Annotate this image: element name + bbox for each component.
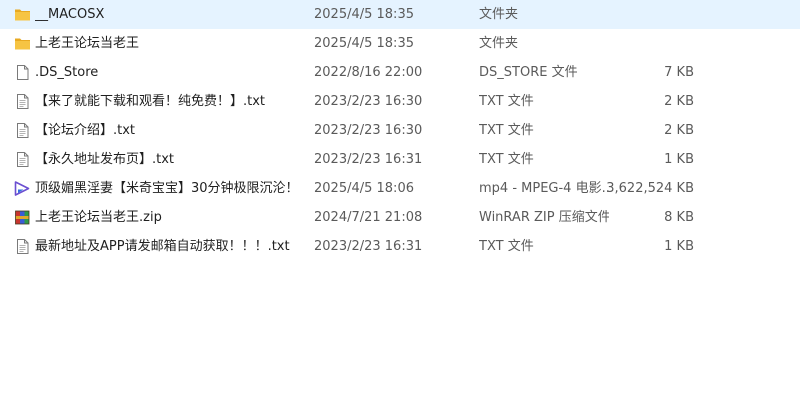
file-name: 顶级媚黑淫妻【米奇宝宝】30分钟极限沉沦！.... [35, 181, 297, 196]
file-type: TXT 文件 [479, 94, 534, 109]
file-row-txt[interactable]: 最新地址及APP请发邮箱自动获取！！！.txt 2023/2/23 16:31 … [0, 232, 800, 261]
file-name: 上老王论坛当老王 [35, 36, 140, 51]
file-list: __MACOSX 2025/4/5 18:35 文件夹 上老王论坛当老王 202… [0, 0, 800, 261]
file-type: mp4 - MPEG-4 电影... [479, 181, 609, 196]
file-row-ds-store[interactable]: .DS_Store 2022/8/16 22:00 DS_STORE 文件 7 … [0, 58, 800, 87]
file-date: 2023/2/23 16:30 [314, 94, 423, 109]
file-name: .DS_Store [35, 65, 99, 80]
text-file-icon [14, 238, 31, 255]
file-name: 【来了就能下载和观看！纯免费！】.txt [35, 94, 266, 109]
file-size: 8 KB [664, 210, 694, 225]
file-row-txt[interactable]: 【论坛介绍】.txt 2023/2/23 16:30 TXT 文件 2 KB [0, 116, 800, 145]
file-name: __MACOSX [35, 7, 105, 22]
file-name: 【论坛介绍】.txt [35, 123, 136, 138]
file-type: TXT 文件 [479, 152, 534, 167]
file-date: 2023/2/23 16:30 [314, 123, 423, 138]
file-row-mp4[interactable]: 顶级媚黑淫妻【米奇宝宝】30分钟极限沉沦！.... 2025/4/5 18:06… [0, 174, 800, 203]
file-size: 2 KB [664, 123, 694, 138]
file-type: TXT 文件 [479, 239, 534, 254]
file-date: 2023/2/23 16:31 [314, 239, 423, 254]
folder-icon [14, 35, 31, 52]
file-type: DS_STORE 文件 [479, 65, 578, 80]
file-row-zip[interactable]: 上老王论坛当老王.zip 2024/7/21 21:08 WinRAR ZIP … [0, 203, 800, 232]
file-date: 2022/8/16 22:00 [314, 65, 423, 80]
file-row-txt[interactable]: 【来了就能下载和观看！纯免费！】.txt 2023/2/23 16:30 TXT… [0, 87, 800, 116]
blank-file-icon [14, 64, 31, 81]
file-name: 【永久地址发布页】.txt [35, 152, 175, 167]
file-size: 3,622,524 KB [606, 181, 694, 196]
file-name: 最新地址及APP请发邮箱自动获取！！！.txt [35, 239, 290, 254]
folder-icon [14, 6, 31, 23]
file-size: 1 KB [664, 152, 694, 167]
video-file-icon [14, 180, 31, 197]
file-type: 文件夹 [479, 36, 519, 51]
file-type: WinRAR ZIP 压缩文件 [479, 210, 609, 225]
file-row-macosx[interactable]: __MACOSX 2025/4/5 18:35 文件夹 [0, 0, 800, 29]
text-file-icon [14, 93, 31, 110]
file-date: 2025/4/5 18:06 [314, 181, 414, 196]
file-row-folder[interactable]: 上老王论坛当老王 2025/4/5 18:35 文件夹 [0, 29, 800, 58]
file-date: 2025/4/5 18:35 [314, 36, 414, 51]
file-size: 7 KB [664, 65, 694, 80]
file-size: 1 KB [664, 239, 694, 254]
winrar-archive-icon [14, 209, 31, 226]
file-date: 2025/4/5 18:35 [314, 7, 414, 22]
file-type: 文件夹 [479, 7, 519, 22]
text-file-icon [14, 151, 31, 168]
file-name: 上老王论坛当老王.zip [35, 210, 162, 225]
file-row-txt[interactable]: 【永久地址发布页】.txt 2023/2/23 16:31 TXT 文件 1 K… [0, 145, 800, 174]
file-size: 2 KB [664, 94, 694, 109]
file-date: 2024/7/21 21:08 [314, 210, 423, 225]
text-file-icon [14, 122, 31, 139]
file-type: TXT 文件 [479, 123, 534, 138]
file-date: 2023/2/23 16:31 [314, 152, 423, 167]
